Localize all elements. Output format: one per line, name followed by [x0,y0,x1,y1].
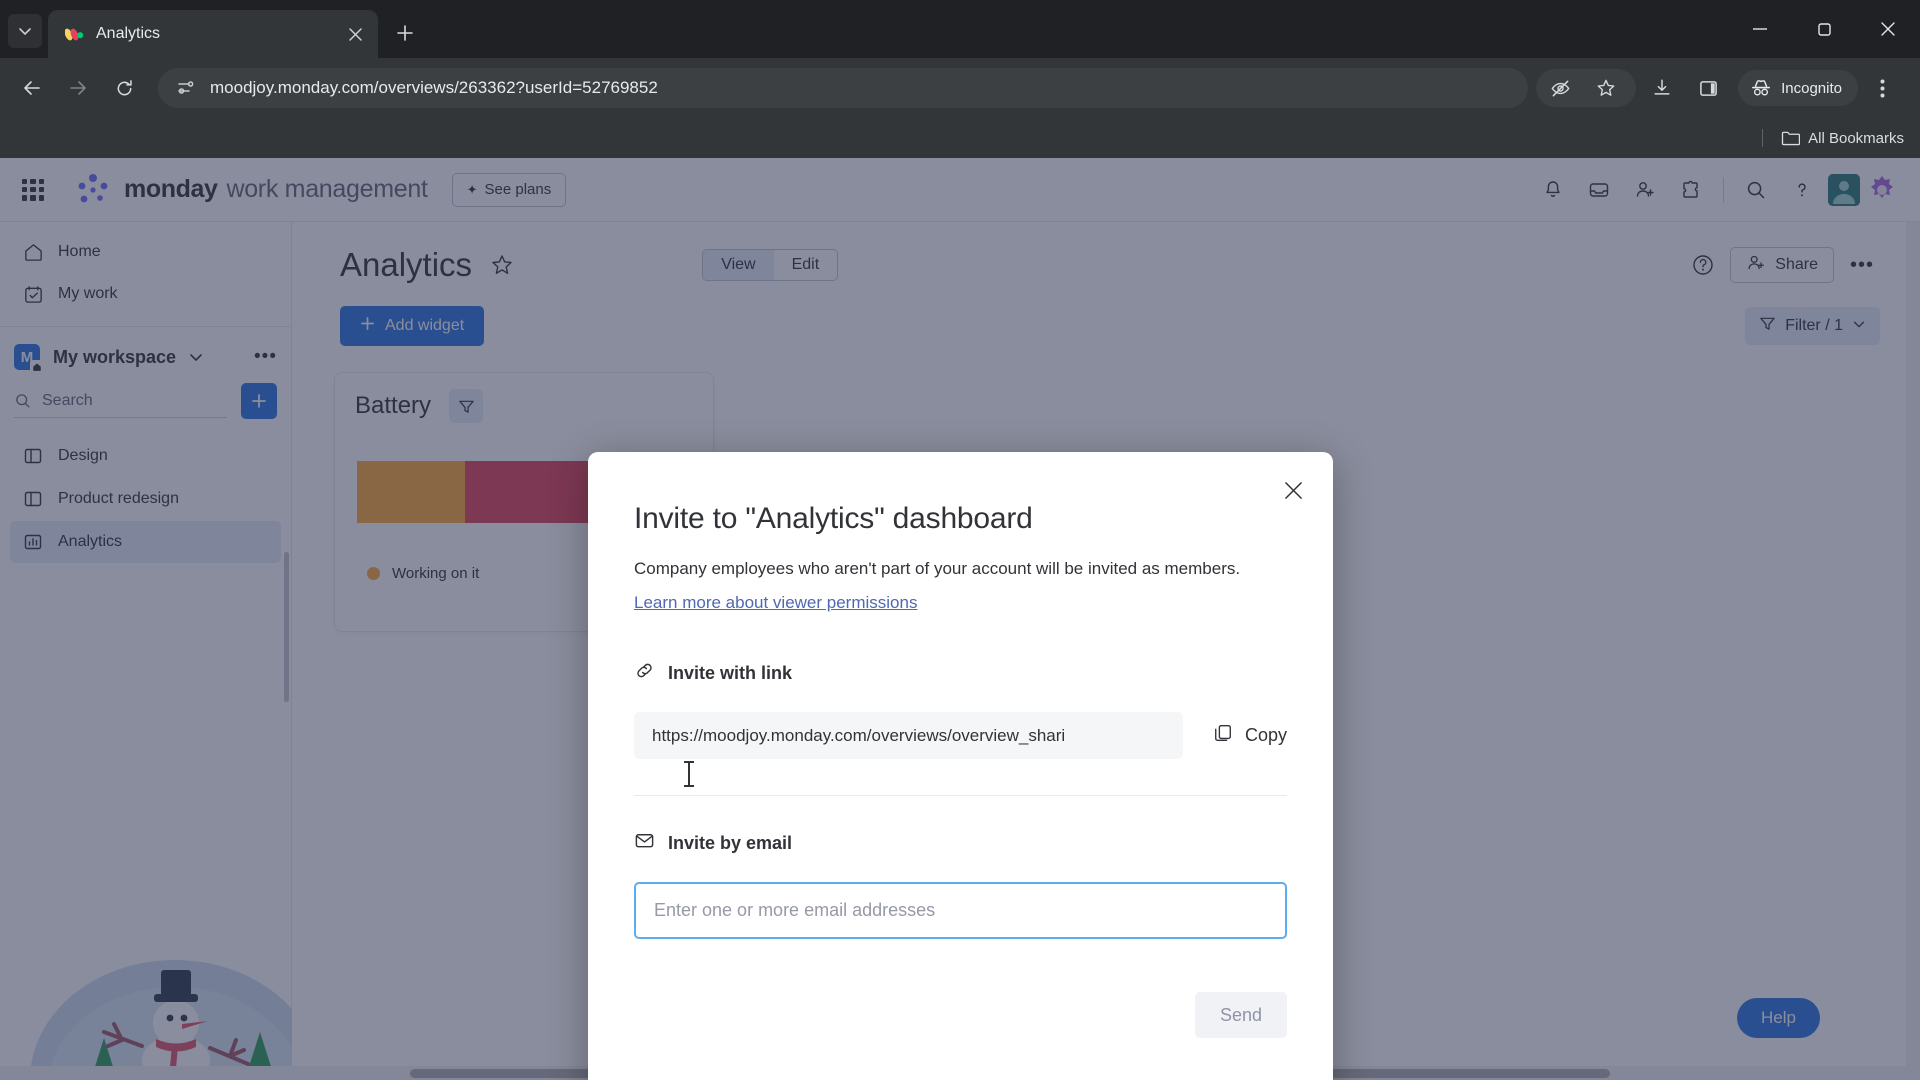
tab-title: Analytics [96,25,161,42]
section-title: Invite with link [668,662,793,683]
text-cursor [684,761,694,787]
back-icon[interactable] [12,68,52,108]
all-bookmarks-label: All Bookmarks [1808,129,1904,147]
browser-window: Analytics moodjoy.monday.com/overviews/2… [0,0,1920,1080]
all-bookmarks-button[interactable]: All Bookmarks [1781,130,1904,147]
modal-footer: Send [634,992,1287,1039]
omnibox-actions [1536,68,1637,108]
maximize-button[interactable] [1792,0,1856,58]
incognito-label: Incognito [1781,79,1842,97]
divider [634,795,1287,797]
link-chain-icon [634,660,655,686]
email-placeholder: Enter one or more email addresses [654,900,936,921]
close-tab-icon[interactable] [342,21,368,47]
invite-by-email-section: Invite by email Enter one or more email … [634,830,1287,940]
section-title: Invite by email [668,832,793,853]
chrome-menu-icon[interactable] [1862,68,1902,108]
bookmarks-bar: All Bookmarks [0,118,1920,158]
downloads-icon[interactable] [1642,68,1682,108]
close-window-button[interactable] [1856,0,1920,58]
page-viewport: monday work management ✦ See plans [0,158,1920,1080]
address-bar[interactable]: moodjoy.monday.com/overviews/263362?user… [158,68,1529,108]
folder-icon [1781,130,1801,146]
site-settings-icon[interactable] [172,74,200,102]
incognito-hat-icon [1750,78,1772,98]
send-button[interactable]: Send [1195,992,1287,1039]
copy-link-button[interactable]: Copy [1213,723,1287,748]
section-header: Invite with link [634,660,1287,686]
invite-with-link-section: Invite with link https://moodjoy.monday.… [634,660,1287,760]
email-input[interactable]: Enter one or more email addresses [634,882,1287,940]
new-tab-button[interactable] [388,16,422,50]
close-modal-icon[interactable] [1275,472,1311,508]
side-panel-icon[interactable] [1688,68,1728,108]
learn-more-link[interactable]: Learn more about viewer permissions [634,593,917,613]
forward-icon[interactable] [58,68,98,108]
toolbar-right: Incognito [1536,68,1908,108]
share-link-input[interactable]: https://moodjoy.monday.com/overviews/ove… [634,712,1183,760]
section-header: Invite by email [634,830,1287,856]
window-controls [1728,0,1920,58]
divider [1762,129,1764,147]
envelope-icon [634,830,655,856]
link-row: https://moodjoy.monday.com/overviews/ove… [634,712,1287,760]
invite-dashboard-modal: Invite to "Analytics" dashboard Company … [588,452,1333,1080]
incognito-indicator[interactable]: Incognito [1738,70,1858,106]
monday-logo-icon [64,24,84,44]
browser-toolbar: moodjoy.monday.com/overviews/263362?user… [0,58,1920,118]
hide-password-eye-icon[interactable] [1540,68,1580,108]
browser-tab[interactable]: Analytics [48,10,378,58]
bookmark-star-icon[interactable] [1586,68,1626,108]
reload-icon[interactable] [104,68,144,108]
copy-label: Copy [1244,725,1287,746]
minimize-button[interactable] [1728,0,1792,58]
modal-body: Invite to "Analytics" dashboard Company … [588,452,1333,1039]
modal-title: Invite to "Analytics" dashboard [634,502,1033,535]
copy-icon [1213,723,1233,748]
tab-search-button[interactable] [8,14,42,48]
url-text: moodjoy.monday.com/overviews/263362?user… [210,78,658,97]
tab-strip: Analytics [0,0,1920,58]
share-link-value: https://moodjoy.monday.com/overviews/ove… [652,725,1066,745]
modal-description: Company employees who aren't part of you… [634,559,1241,578]
